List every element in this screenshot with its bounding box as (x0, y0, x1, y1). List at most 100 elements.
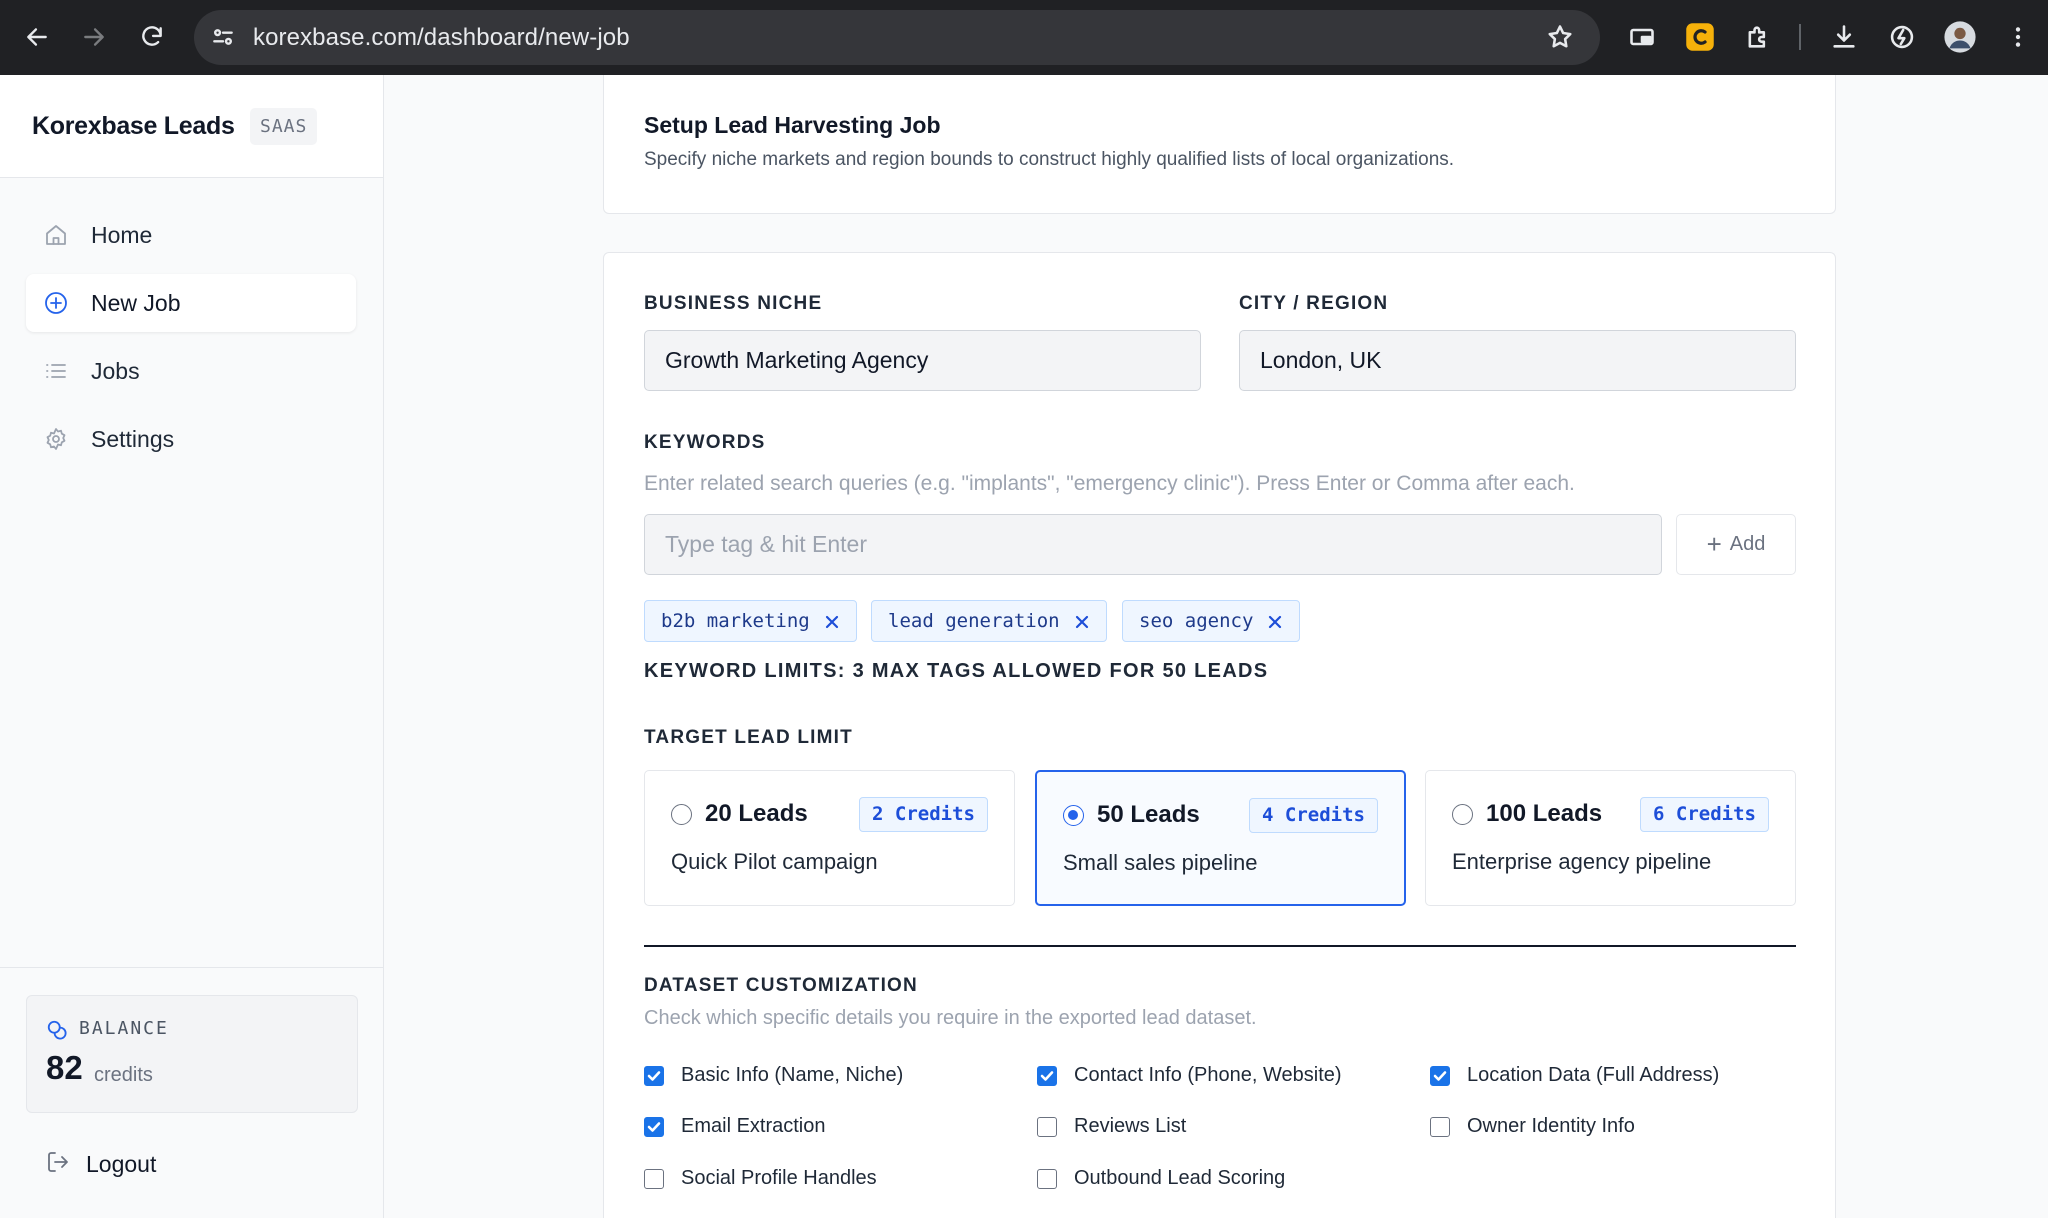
logout-label: Logout (86, 1150, 157, 1177)
bookmark-star-icon[interactable] (1546, 23, 1576, 53)
sidebar-item-label: Jobs (91, 358, 140, 384)
keyword-tag: lead generation (871, 600, 1107, 642)
performance-icon[interactable] (1882, 17, 1922, 57)
plan-description: Small sales pipeline (1063, 850, 1258, 875)
dataset-option-label: Social Profile Handles (681, 1167, 877, 1189)
dataset-option-location-data[interactable]: Location Data (Full Address) (1430, 1064, 1719, 1087)
list-icon (44, 359, 68, 383)
plus-icon: + (1706, 529, 1722, 559)
sidebar-footer: BALANCE 82 credits Logout (0, 967, 383, 1218)
dataset-customization-label: DATASET CUSTOMIZATION (644, 975, 918, 996)
keyword-tag-label: lead generation (888, 610, 1060, 632)
plan-credits-badge: 6 Credits (1640, 797, 1769, 832)
plan-radio[interactable] (671, 804, 692, 825)
add-keyword-button[interactable]: + Add (1676, 514, 1796, 575)
page-title: Setup Lead Harvesting Job (644, 112, 941, 138)
checkbox-checked[interactable] (644, 1065, 664, 1086)
sidebar-item-label: New Job (91, 290, 181, 316)
keyword-tag-input[interactable]: Type tag & hit Enter (644, 514, 1662, 575)
add-keyword-label: Add (1729, 533, 1766, 555)
sidebar-item-home[interactable]: Home (26, 206, 356, 264)
sidebar: Korexbase Leads SAAS Home New Job Jobs S… (0, 75, 384, 1218)
download-icon[interactable] (1824, 17, 1864, 57)
plus-circle-icon (44, 291, 68, 315)
dataset-option-basic-info[interactable]: Basic Info (Name, Niche) (644, 1064, 903, 1087)
reload-icon[interactable] (132, 17, 172, 57)
sidebar-item-new-job[interactable]: New Job (26, 274, 356, 332)
plan-option-50[interactable]: 50 Leads 4 Credits Small sales pipeline (1035, 770, 1406, 906)
dataset-option-label: Basic Info (Name, Niche) (681, 1064, 904, 1086)
url-text: korexbase.com/dashboard/new-job (253, 24, 630, 51)
dataset-option-email-extraction[interactable]: Email Extraction (644, 1115, 826, 1138)
checkbox-checked[interactable] (1037, 1065, 1057, 1086)
dataset-option-lead-scoring[interactable]: Outbound Lead Scoring (1037, 1167, 1285, 1190)
sidebar-item-label: Settings (91, 426, 175, 452)
keyword-tag: seo agency (1122, 600, 1301, 642)
logout-button[interactable]: Logout (46, 1146, 156, 1182)
coins-icon (46, 1019, 68, 1041)
job-form-card: BUSINESS NICHE Growth Marketing Agency C… (603, 252, 1836, 1218)
keywords-label: KEYWORDS (644, 432, 766, 453)
checkbox-unchecked[interactable] (1037, 1168, 1057, 1189)
city-region-input[interactable]: London, UK (1239, 330, 1796, 391)
dataset-option-label: Contact Info (Phone, Website) (1074, 1064, 1342, 1086)
picture-in-picture-icon[interactable] (1622, 17, 1662, 57)
brand-name: Korexbase Leads (32, 112, 235, 140)
remove-tag-icon[interactable] (1267, 613, 1283, 629)
sidebar-item-settings[interactable]: Settings (26, 410, 356, 468)
plan-option-100[interactable]: 100 Leads 6 Credits Enterprise agency pi… (1425, 770, 1796, 906)
keyword-limit-note: KEYWORD LIMITS: 3 MAX TAGS ALLOWED FOR 5… (644, 660, 1269, 682)
home-icon (44, 223, 68, 247)
balance-card: BALANCE 82 credits (26, 995, 358, 1113)
plan-option-20[interactable]: 20 Leads 2 Credits Quick Pilot campaign (644, 770, 1015, 906)
balance-value: 82 (46, 1049, 83, 1086)
keyword-tag-label: b2b marketing (661, 610, 810, 632)
plan-description: Quick Pilot campaign (671, 849, 878, 874)
checkbox-checked[interactable] (1430, 1065, 1450, 1086)
balance-unit: credits (94, 1064, 153, 1086)
plan-description: Enterprise agency pipeline (1452, 849, 1712, 874)
dataset-option-label: Location Data (Full Address) (1467, 1064, 1720, 1086)
dataset-option-owner-identity[interactable]: Owner Identity Info (1430, 1115, 1635, 1138)
logout-icon (46, 1150, 70, 1179)
checkbox-unchecked[interactable] (1430, 1116, 1450, 1137)
browser-toolbar: korexbase.com/dashboard/new-job (0, 0, 2048, 75)
business-niche-input[interactable]: Growth Marketing Agency (644, 330, 1201, 391)
keyword-tag: b2b marketing (644, 600, 857, 642)
dataset-option-reviews-list[interactable]: Reviews List (1037, 1115, 1186, 1138)
profile-avatar[interactable] (1940, 17, 1980, 57)
remove-tag-icon[interactable] (1074, 613, 1090, 629)
dataset-option-contact-info[interactable]: Contact Info (Phone, Website) (1037, 1064, 1342, 1087)
toolbar-divider (1799, 24, 1801, 50)
page-header-card: Setup Lead Harvesting Job Specify niche … (603, 75, 1836, 214)
plan-credits-badge: 2 Credits (859, 797, 988, 832)
target-lead-limit-label: TARGET LEAD LIMIT (644, 727, 853, 748)
extension-logo-icon[interactable] (1680, 17, 1720, 57)
checkbox-unchecked[interactable] (644, 1168, 664, 1189)
plan-radio[interactable] (1452, 804, 1473, 825)
section-divider (644, 945, 1796, 947)
city-region-label: CITY / REGION (1239, 293, 1389, 314)
address-bar[interactable]: korexbase.com/dashboard/new-job (194, 10, 1600, 65)
keyword-tag-label: seo agency (1139, 610, 1254, 632)
sidebar-item-jobs[interactable]: Jobs (26, 342, 356, 400)
extensions-puzzle-icon[interactable] (1738, 17, 1778, 57)
dataset-option-label: Outbound Lead Scoring (1074, 1167, 1286, 1189)
checkbox-unchecked[interactable] (1037, 1116, 1057, 1137)
balance-label: BALANCE (79, 1018, 169, 1039)
checkbox-checked[interactable] (644, 1116, 664, 1137)
forward-icon[interactable] (74, 17, 114, 57)
keywords-hint: Enter related search queries (e.g. "impl… (644, 472, 1575, 495)
site-info-icon[interactable] (210, 24, 238, 52)
dataset-hint: Check which specific details you require… (644, 1007, 1257, 1029)
plan-radio[interactable] (1063, 805, 1084, 826)
plan-title: 20 Leads (705, 800, 808, 827)
dataset-option-social-profiles[interactable]: Social Profile Handles (644, 1167, 877, 1190)
more-menu-icon[interactable] (1998, 17, 2038, 57)
dataset-option-label: Email Extraction (681, 1115, 826, 1137)
plan-credits-badge: 4 Credits (1249, 798, 1378, 833)
plan-badge: SAAS (250, 108, 318, 145)
back-icon[interactable] (17, 17, 57, 57)
remove-tag-icon[interactable] (824, 613, 840, 629)
dataset-option-label: Reviews List (1074, 1115, 1187, 1137)
